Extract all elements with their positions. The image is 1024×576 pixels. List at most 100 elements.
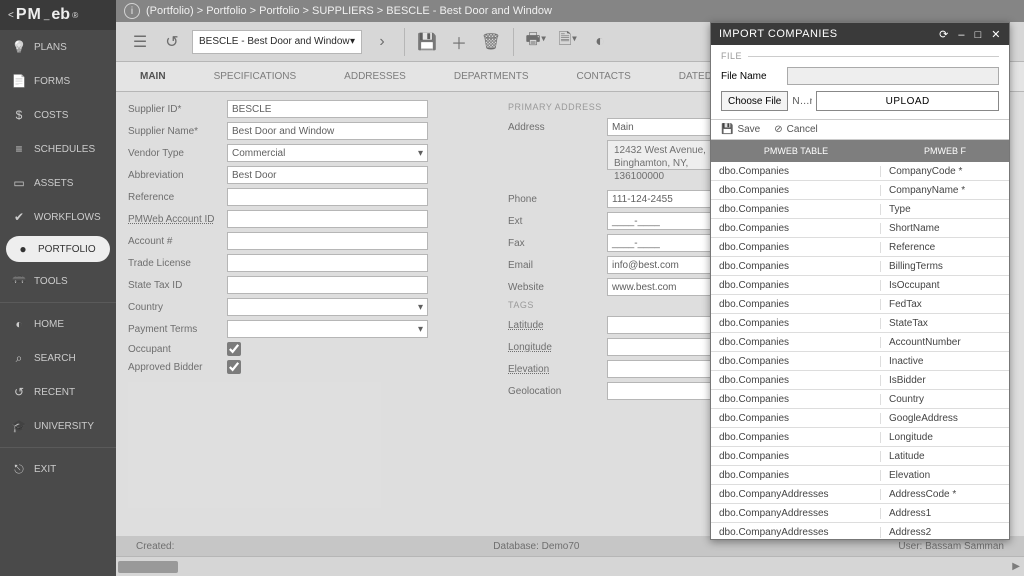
refresh-icon[interactable]: ⟳	[939, 29, 949, 41]
maximize-icon[interactable]: □	[975, 29, 982, 41]
cell-table: dbo.Companies	[711, 242, 881, 253]
cell-field: CompanyCode *	[881, 166, 1009, 177]
table-row[interactable]: dbo.CompaniesFedTax	[711, 295, 1009, 314]
sidebar-label: FORMS	[34, 76, 70, 87]
sidebar-item-search[interactable]: ⌕ SEARCH	[0, 341, 116, 375]
table-row[interactable]: dbo.CompaniesLatitude	[711, 447, 1009, 466]
sidebar-item-workflows[interactable]: ✔WORKFLOWS	[0, 200, 116, 234]
cell-table: dbo.Companies	[711, 261, 881, 272]
sidebar: < PM _ eb ® 💡PLANS 📄 FORMS $COSTS≡SCHEDULES…	[0, 0, 116, 576]
cell-table: dbo.CompanyAddresses	[711, 527, 881, 538]
assets-icon: ▭	[12, 176, 26, 190]
cell-table: dbo.CompanyAddresses	[711, 508, 881, 519]
import-header[interactable]: IMPORT COMPANIES ⟳ – □ ✕	[711, 23, 1009, 45]
sidebar-item-assets[interactable]: ▭ ASSETS	[0, 166, 116, 200]
import-table[interactable]: dbo.CompaniesCompanyCode *dbo.CompaniesC…	[711, 162, 1009, 539]
cell-table: dbo.Companies	[711, 470, 881, 481]
cell-field: Type	[881, 204, 1009, 215]
table-row[interactable]: dbo.CompaniesLongitude	[711, 428, 1009, 447]
table-row[interactable]: dbo.CompanyAddressesAddress2	[711, 523, 1009, 539]
logo-eb: eb	[51, 6, 70, 24]
cell-table: dbo.Companies	[711, 375, 881, 386]
search-icon: ⌕	[12, 351, 26, 365]
cell-field: Elevation	[881, 470, 1009, 481]
sidebar-label: PLANS	[34, 42, 67, 53]
table-row[interactable]: dbo.CompaniesStateTax	[711, 314, 1009, 333]
table-row[interactable]: dbo.CompaniesType	[711, 200, 1009, 219]
cell-field: Reference	[881, 242, 1009, 253]
sidebar-label: HOME	[34, 319, 64, 330]
tools-icon: 🧰	[12, 274, 26, 288]
cell-field: IsOccupant	[881, 280, 1009, 291]
sidebar-item-home[interactable]: ◐ HOME	[0, 307, 116, 341]
sidebar-label: SCHEDULES	[34, 144, 95, 155]
recent-icon: ↺	[12, 385, 26, 399]
logo: < PM _ eb ®	[0, 0, 116, 30]
logo-collapse[interactable]: <	[8, 10, 14, 21]
table-row[interactable]: dbo.CompaniesCountry	[711, 390, 1009, 409]
sidebar-item-recent[interactable]: ↺RECENT	[0, 375, 116, 409]
th-pmweb-table: PMWEB TABLE	[711, 146, 881, 156]
table-row[interactable]: dbo.CompaniesAccountNumber	[711, 333, 1009, 352]
cell-table: dbo.Companies	[711, 356, 881, 367]
table-row[interactable]: dbo.CompanyAddressesAddress1	[711, 504, 1009, 523]
cancel-button[interactable]: ⊘ Cancel	[774, 124, 818, 135]
cell-field: Address2	[881, 527, 1009, 538]
cell-table: dbo.Companies	[711, 337, 881, 348]
import-table-head: PMWEB TABLE PMWEB F	[711, 140, 1009, 162]
cell-table: dbo.Companies	[711, 280, 881, 291]
home-icon: ◐	[12, 317, 26, 331]
cell-table: dbo.Companies	[711, 299, 881, 310]
table-row[interactable]: dbo.CompaniesReference	[711, 238, 1009, 257]
table-row[interactable]: dbo.CompaniesCompanyName *	[711, 181, 1009, 200]
sidebar-label: UNIVERSITY	[34, 421, 94, 432]
import-actions: 💾 Save ⊘ Cancel	[711, 120, 1009, 140]
cell-table: dbo.Companies	[711, 394, 881, 405]
table-row[interactable]: dbo.CompaniesGoogleAddress	[711, 409, 1009, 428]
cell-table: dbo.Companies	[711, 223, 881, 234]
logo-mid: _	[44, 10, 50, 21]
sidebar-label: SEARCH	[34, 353, 76, 364]
choose-file-button[interactable]: Choose File	[721, 91, 788, 111]
save-button[interactable]: 💾 Save	[721, 124, 760, 135]
table-row[interactable]: dbo.CompaniesBillingTerms	[711, 257, 1009, 276]
cell-table: dbo.Companies	[711, 204, 881, 215]
sidebar-item-schedules[interactable]: ≡SCHEDULES	[0, 132, 116, 166]
exit-icon: ⎋	[12, 462, 26, 476]
th-pmweb-f: PMWEB F	[881, 146, 1009, 156]
cell-field: Inactive	[881, 356, 1009, 367]
sidebar-item-forms[interactable]: 📄 FORMS	[0, 64, 116, 98]
sidebar-label: EXIT	[34, 464, 56, 475]
cell-table: dbo.Companies	[711, 413, 881, 424]
sidebar-label: ASSETS	[34, 178, 73, 189]
table-row[interactable]: dbo.CompaniesInactive	[711, 352, 1009, 371]
table-row[interactable]: dbo.CompaniesCompanyCode *	[711, 162, 1009, 181]
table-row[interactable]: dbo.CompanyAddressesAddressCode *	[711, 485, 1009, 504]
forms-icon: 📄	[12, 74, 26, 88]
sidebar-label: COSTS	[34, 110, 68, 121]
import-title: IMPORT COMPANIES	[719, 28, 838, 40]
table-row[interactable]: dbo.CompaniesIsOccupant	[711, 276, 1009, 295]
sidebar-item-university[interactable]: 🎓UNIVERSITY	[0, 409, 116, 443]
file-name-input[interactable]	[787, 67, 999, 85]
logo-pm: PM	[16, 6, 42, 24]
cell-table: dbo.Companies	[711, 166, 881, 177]
sidebar-label: PORTFOLIO	[38, 244, 96, 255]
sidebar-item-exit[interactable]: ⎋ EXIT	[0, 452, 116, 486]
minimize-icon[interactable]: –	[958, 29, 965, 41]
portfolio-icon: ●	[16, 242, 30, 256]
import-panel: IMPORT COMPANIES ⟳ – □ ✕ FILE File Name …	[710, 22, 1010, 540]
cell-field: Latitude	[881, 451, 1009, 462]
sidebar-item-portfolio[interactable]: ● PORTFOLIO	[6, 236, 110, 262]
sidebar-item-tools[interactable]: 🧰 TOOLS	[0, 264, 116, 298]
sidebar-label: TOOLS	[34, 276, 68, 287]
upload-button[interactable]: UPLOAD	[816, 91, 999, 111]
table-row[interactable]: dbo.CompaniesElevation	[711, 466, 1009, 485]
cell-field: AccountNumber	[881, 337, 1009, 348]
close-icon[interactable]: ✕	[991, 29, 1001, 41]
sidebar-item-plans[interactable]: 💡PLANS	[0, 30, 116, 64]
sidebar-item-costs[interactable]: $COSTS	[0, 98, 116, 132]
table-row[interactable]: dbo.CompaniesIsBidder	[711, 371, 1009, 390]
table-row[interactable]: dbo.CompaniesShortName	[711, 219, 1009, 238]
cell-table: dbo.Companies	[711, 432, 881, 443]
